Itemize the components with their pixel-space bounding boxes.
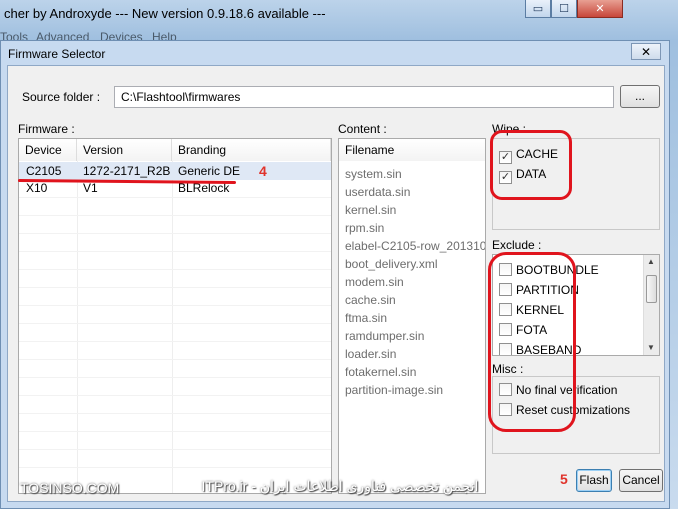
content-list: Filename system.sin userdata.sin kernel.…: [338, 138, 486, 494]
scroll-up-icon[interactable]: ▲: [647, 257, 655, 266]
close-window-button[interactable]: ✕: [577, 0, 623, 18]
list-item[interactable]: partition-image.sin: [345, 383, 443, 397]
list-item[interactable]: loader.sin: [345, 347, 396, 361]
maximize-button[interactable]: ☐: [551, 0, 577, 18]
column-header-version[interactable]: Version: [77, 139, 172, 161]
source-folder-field[interactable]: C:\Flashtool\firmwares: [114, 86, 614, 108]
column-header-filename[interactable]: Filename: [339, 139, 485, 161]
content-label: Content :: [338, 122, 387, 136]
list-item[interactable]: ftma.sin: [345, 311, 387, 325]
list-item[interactable]: modem.sin: [345, 275, 404, 289]
exclude-scrollbar[interactable]: ▲ ▼: [643, 255, 659, 355]
flash-button[interactable]: Flash: [576, 469, 612, 492]
minimize-button[interactable]: ▭: [525, 0, 551, 18]
list-item[interactable]: ramdumper.sin: [345, 329, 424, 343]
cell-version: 1272-2171_R2B: [83, 164, 171, 178]
browse-button[interactable]: ...: [620, 85, 660, 108]
cell-device: C2105: [26, 164, 62, 178]
list-item[interactable]: fotakernel.sin: [345, 365, 416, 379]
annotation-exclude-misc-box: [488, 252, 576, 432]
list-item[interactable]: system.sin: [345, 167, 402, 181]
parent-window-title: cher by Androxyde --- New version 0.9.18…: [4, 6, 326, 21]
cancel-button[interactable]: Cancel: [619, 469, 663, 492]
source-folder-label: Source folder :: [22, 90, 101, 104]
exclude-label: Exclude :: [492, 238, 542, 252]
list-item[interactable]: rpm.sin: [345, 221, 384, 235]
list-item[interactable]: boot_delivery.xml: [345, 257, 437, 271]
scroll-down-icon[interactable]: ▼: [647, 343, 655, 352]
close-icon: ✕: [595, 3, 605, 15]
list-item[interactable]: userdata.sin: [345, 185, 410, 199]
dialog-title: Firmware Selector: [8, 47, 106, 61]
list-item[interactable]: elabel-C2105-row_201310...: [345, 239, 485, 253]
watermark-right: ITPro.ir - انجمن تخصصی فناوری اطلاعات ای…: [201, 478, 479, 494]
source-folder-value: C:\Flashtool\firmwares: [121, 90, 241, 104]
list-item[interactable]: kernel.sin: [345, 203, 396, 217]
watermark-left: TOSINSO.COM: [20, 480, 120, 496]
firmware-label: Firmware :: [18, 122, 75, 136]
list-item[interactable]: cache.sin: [345, 293, 396, 307]
annotation-step-5: 5: [560, 471, 568, 487]
cell-branding: Generic DE: [178, 164, 241, 178]
table-row[interactable]: C2105 1272-2171_R2B Generic DE: [19, 162, 331, 180]
maximize-icon: ☐: [559, 3, 569, 15]
firmware-table: Device Version Branding C2105 1272-2171_…: [18, 138, 332, 494]
annotation-step-4: 4: [259, 163, 267, 179]
column-header-branding[interactable]: Branding: [172, 139, 331, 161]
scroll-thumb[interactable]: [646, 275, 657, 303]
minimize-icon: ▭: [532, 3, 544, 15]
close-icon: ✕: [640, 45, 652, 59]
dialog-close-button[interactable]: ✕: [631, 43, 661, 60]
annotation-wipe-box: [490, 130, 572, 200]
column-header-device[interactable]: Device: [19, 139, 77, 161]
